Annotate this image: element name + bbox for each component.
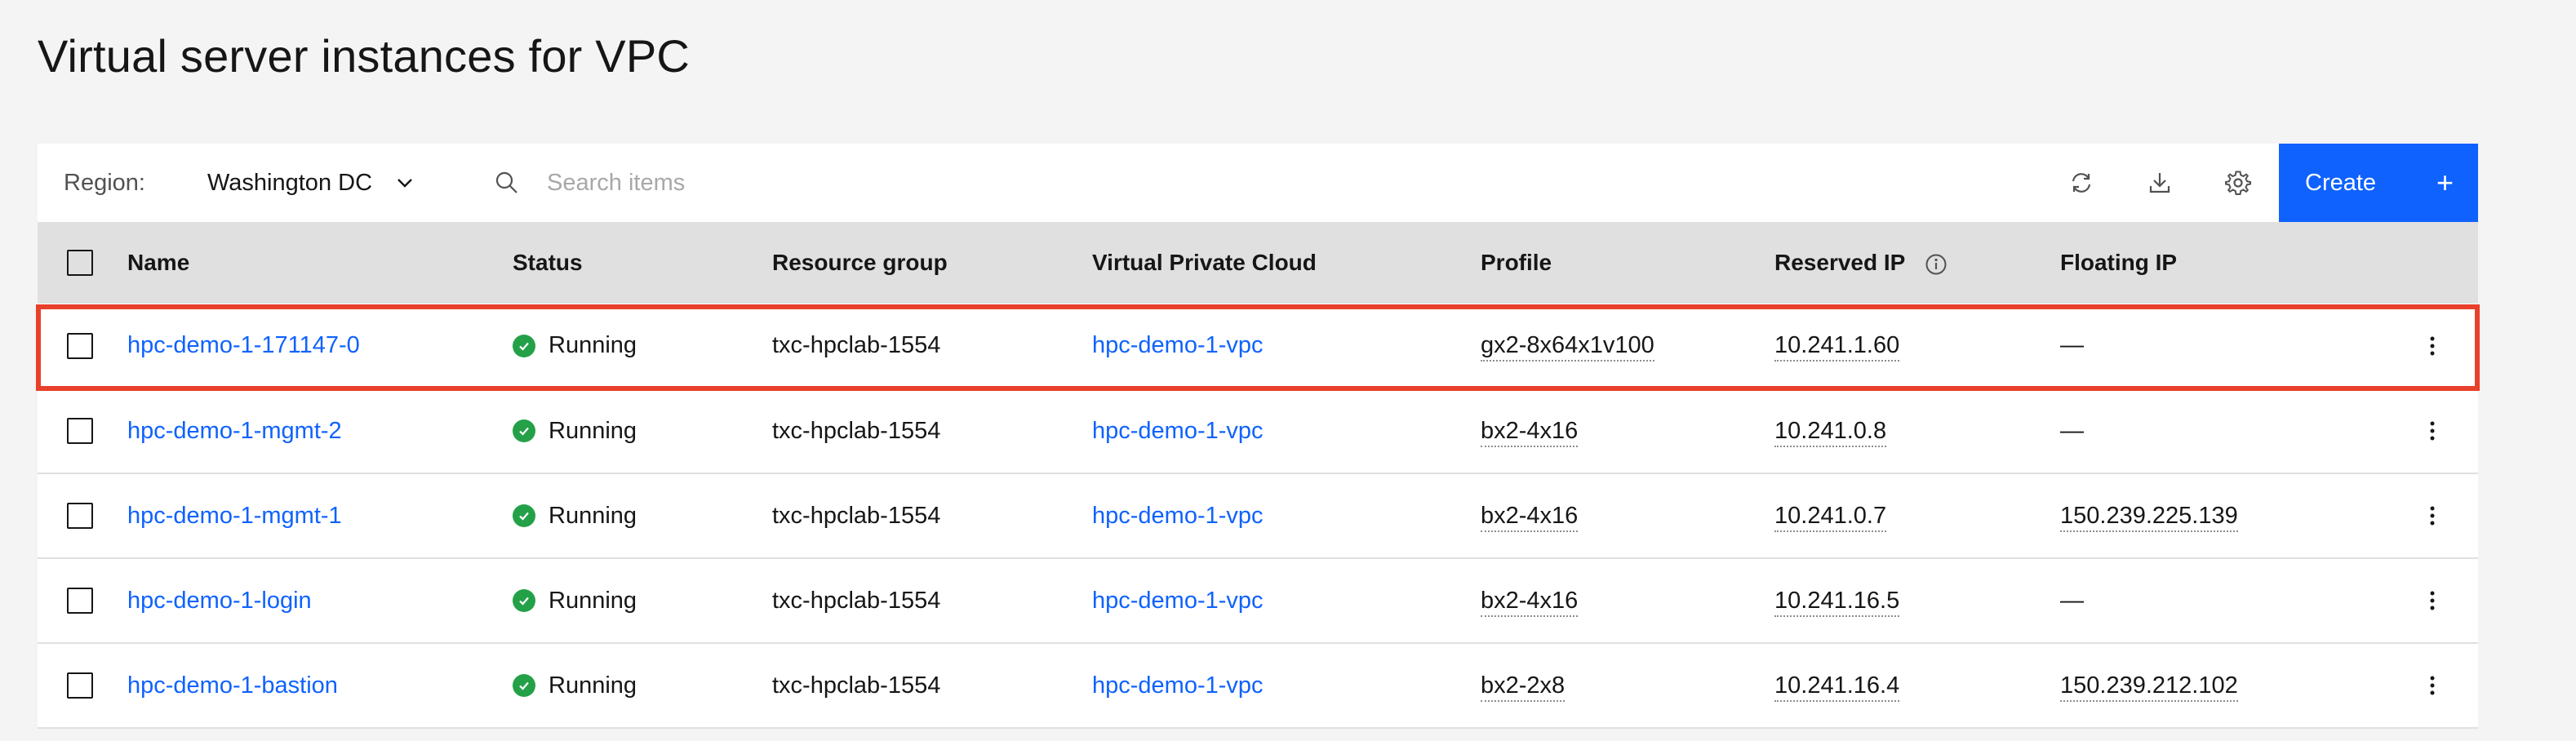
status-text: Running [549,587,637,614]
overflow-menu-button[interactable] [2387,504,2478,527]
floating-ip-value[interactable]: — [2060,418,2084,444]
reserved-ip-value[interactable]: 10.241.0.8 [1774,417,1887,447]
settings-button[interactable] [2199,144,2277,222]
checkmark-filled-icon [513,334,535,357]
overflow-menu-button[interactable] [2387,674,2478,697]
table-row: hpc-demo-1-bastion Running txc-hpclab-15… [38,643,2478,728]
status-text: Running [549,332,637,358]
page-title: Virtual server instances for VPC [38,30,691,82]
overflow-menu-button[interactable] [2387,335,2478,357]
chevron-down-icon [398,179,412,188]
instance-name-link[interactable]: hpc-demo-1-171147-0 [127,332,360,358]
refresh-button[interactable] [2042,144,2121,222]
search-input[interactable] [547,169,1118,197]
vpc-link[interactable]: hpc-demo-1-vpc [1092,672,1264,699]
row-checkbox[interactable] [67,418,93,444]
instance-name-link[interactable]: hpc-demo-1-mgmt-1 [127,503,342,529]
search-icon [495,171,517,193]
instances-table: Name Status Resource group Virtual Priva… [38,222,2478,729]
profile-value[interactable]: bx2-4x16 [1481,417,1579,447]
overflow-menu-vertical-icon [2430,591,2435,610]
overflow-menu-button[interactable] [2387,419,2478,442]
select-all-checkbox[interactable] [67,250,93,276]
column-header-floating-ip[interactable]: Floating IP [2060,222,2387,304]
checkmark-filled-icon [513,419,535,442]
floating-ip-value[interactable]: 150.239.212.102 [2060,672,2238,702]
refresh-icon [2072,173,2091,193]
overflow-menu-vertical-icon [2430,506,2435,526]
resource-group-cell: txc-hpclab-1554 [772,587,941,614]
instance-name-link[interactable]: hpc-demo-1-bastion [127,672,338,699]
table-body: hpc-demo-1-171147-0 Running txc-hpclab-1… [38,304,2478,728]
overflow-menu-vertical-icon [2430,676,2435,695]
gear-icon [2225,171,2251,195]
status-indicator: Running [513,418,772,445]
floating-ip-value[interactable]: — [2060,588,2084,614]
reserved-ip-value[interactable]: 10.241.1.60 [1774,332,1900,362]
overflow-menu-vertical-icon [2430,421,2435,441]
create-button[interactable]: Create + [2279,144,2478,222]
instance-name-link[interactable]: hpc-demo-1-login [127,588,312,614]
checkmark-filled-icon [513,674,535,697]
profile-value[interactable]: gx2-8x64x1v100 [1481,332,1654,362]
column-header-resource-group[interactable]: Resource group [772,222,1092,304]
table-header-row: Name Status Resource group Virtual Priva… [38,222,2478,304]
status-indicator: Running [513,672,772,699]
row-checkbox[interactable] [67,672,93,699]
row-checkbox[interactable] [67,332,93,359]
vpc-link[interactable]: hpc-demo-1-vpc [1092,588,1264,614]
create-button-label: Create [2305,169,2377,196]
status-text: Running [549,672,637,699]
table-row: hpc-demo-1-171147-0 Running txc-hpclab-1… [38,304,2478,388]
search-box[interactable] [495,169,1118,197]
checkmark-filled-icon [513,589,535,612]
column-header-status[interactable]: Status [513,222,772,304]
vpc-link[interactable]: hpc-demo-1-vpc [1092,418,1264,444]
column-header-vpc[interactable]: Virtual Private Cloud [1092,222,1481,304]
status-indicator: Running [513,503,772,530]
column-header-profile[interactable]: Profile [1481,222,1774,304]
column-header-name[interactable]: Name [127,222,513,304]
row-checkbox[interactable] [67,503,93,529]
overflow-menu-vertical-icon [2430,336,2435,355]
profile-value[interactable]: bx2-2x8 [1481,672,1566,702]
vpc-link[interactable]: hpc-demo-1-vpc [1092,503,1264,529]
reserved-ip-value[interactable]: 10.241.16.4 [1774,672,1900,702]
resource-group-cell: txc-hpclab-1554 [772,672,941,699]
instances-table-container: Region: Washington DC Search items Creat… [38,144,2478,729]
status-text: Running [549,417,637,444]
row-checkbox[interactable] [67,588,93,614]
table-row: hpc-demo-1-mgmt-2 Running txc-hpclab-155… [38,388,2478,473]
reserved-ip-value[interactable]: 10.241.16.5 [1774,587,1900,617]
reserved-ip-value[interactable]: 10.241.0.7 [1774,502,1887,532]
instance-name-link[interactable]: hpc-demo-1-mgmt-2 [127,418,342,444]
column-header-reserved-ip[interactable]: Reserved IP [1774,222,2060,304]
checkmark-filled-icon [513,504,535,527]
resource-group-cell: txc-hpclab-1554 [772,417,941,444]
region-label: Region: [64,169,145,196]
vpc-link[interactable]: hpc-demo-1-vpc [1092,332,1264,358]
region-value: Washington DC [207,169,373,196]
info-icon[interactable] [1925,253,1948,276]
profile-value[interactable]: bx2-4x16 [1481,502,1579,532]
download-icon [2149,173,2170,193]
status-indicator: Running [513,588,772,615]
status-text: Running [549,502,637,529]
floating-ip-value[interactable]: — [2060,332,2084,358]
reserved-ip-header-label: Reserved IP [1774,250,1905,275]
resource-group-cell: txc-hpclab-1554 [772,502,941,529]
table-row: hpc-demo-1-mgmt-1 Running txc-hpclab-155… [38,473,2478,558]
table-toolbar: Region: Washington DC Search items Creat… [38,144,2478,222]
status-indicator: Running [513,332,772,359]
floating-ip-value[interactable]: 150.239.225.139 [2060,502,2238,532]
region-dropdown[interactable]: Washington DC [207,170,415,197]
overflow-menu-button[interactable] [2387,589,2478,612]
resource-group-cell: txc-hpclab-1554 [772,332,941,358]
profile-value[interactable]: bx2-4x16 [1481,587,1579,617]
table-row: hpc-demo-1-login Running txc-hpclab-1554… [38,558,2478,643]
plus-icon: + [2436,166,2454,199]
download-button[interactable] [2121,144,2199,222]
